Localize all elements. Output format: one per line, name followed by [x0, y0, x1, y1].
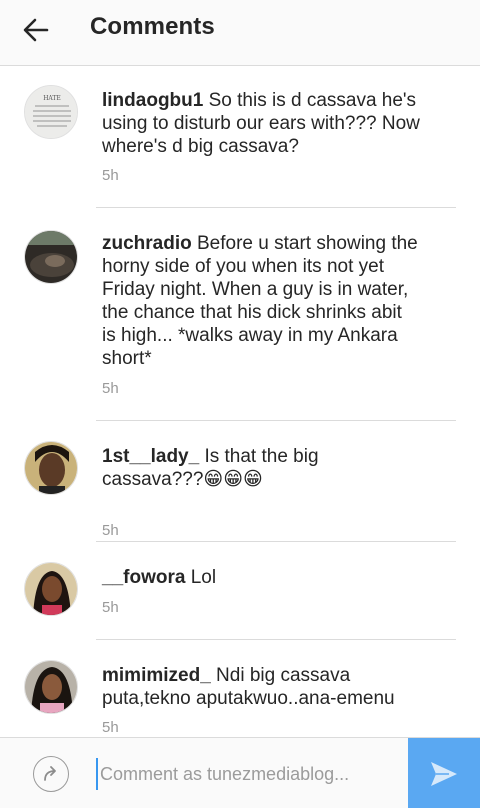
divider	[96, 207, 456, 208]
comments-list[interactable]: HATE lindaogbu1 So this is d cassava he'…	[0, 67, 480, 737]
comment-composer	[0, 737, 480, 808]
share-button[interactable]	[33, 756, 69, 792]
comment-body: Lol	[185, 567, 217, 588]
page-title: Comments	[90, 13, 215, 40]
svg-text:HATE: HATE	[43, 95, 61, 102]
comment-text: lindaogbu1 So this is d cassava he's usi…	[102, 89, 422, 158]
divider	[96, 420, 456, 421]
share-arrow-icon	[44, 766, 56, 781]
avatar[interactable]: HATE	[24, 85, 78, 139]
avatar[interactable]	[24, 441, 78, 495]
send-button[interactable]	[408, 738, 480, 808]
comment-timestamp: 5h	[102, 167, 119, 184]
avatar[interactable]	[24, 562, 78, 616]
send-icon	[431, 761, 457, 786]
comment-timestamp: 5h	[102, 380, 119, 397]
comment-text: mimimized_ Ndi big cassava puta,tekno ap…	[102, 664, 402, 710]
comment-timestamp: 5h	[102, 522, 119, 539]
back-button[interactable]	[18, 12, 54, 48]
comment-username[interactable]: zuchradio	[102, 233, 192, 254]
top-bar: Comments	[0, 0, 480, 66]
avatar-image: HATE	[25, 86, 77, 138]
avatar-image	[25, 661, 77, 713]
avatar[interactable]	[24, 230, 78, 284]
avatar[interactable]	[24, 660, 78, 714]
comment-timestamp: 5h	[102, 599, 119, 616]
comment-username[interactable]: 1st__lady_	[102, 446, 199, 467]
comment-text: __fowora Lol	[102, 566, 422, 589]
comment-input[interactable]	[96, 758, 396, 790]
arrow-left-icon	[23, 18, 49, 42]
comment-username[interactable]: __fowora	[102, 567, 185, 588]
comment-timestamp: 5h	[102, 719, 119, 736]
divider	[96, 639, 456, 640]
avatar-image	[25, 442, 77, 494]
avatar-image	[25, 563, 77, 615]
avatar-image	[25, 231, 77, 283]
comment-username[interactable]: lindaogbu1	[102, 90, 203, 111]
comment-username[interactable]: mimimized_	[102, 665, 211, 686]
divider	[96, 541, 456, 542]
comment-text: zuchradio Before u start showing the hor…	[102, 232, 420, 370]
comment-text: 1st__lady_ Is that the big cassava???😁😁😁	[102, 445, 332, 491]
